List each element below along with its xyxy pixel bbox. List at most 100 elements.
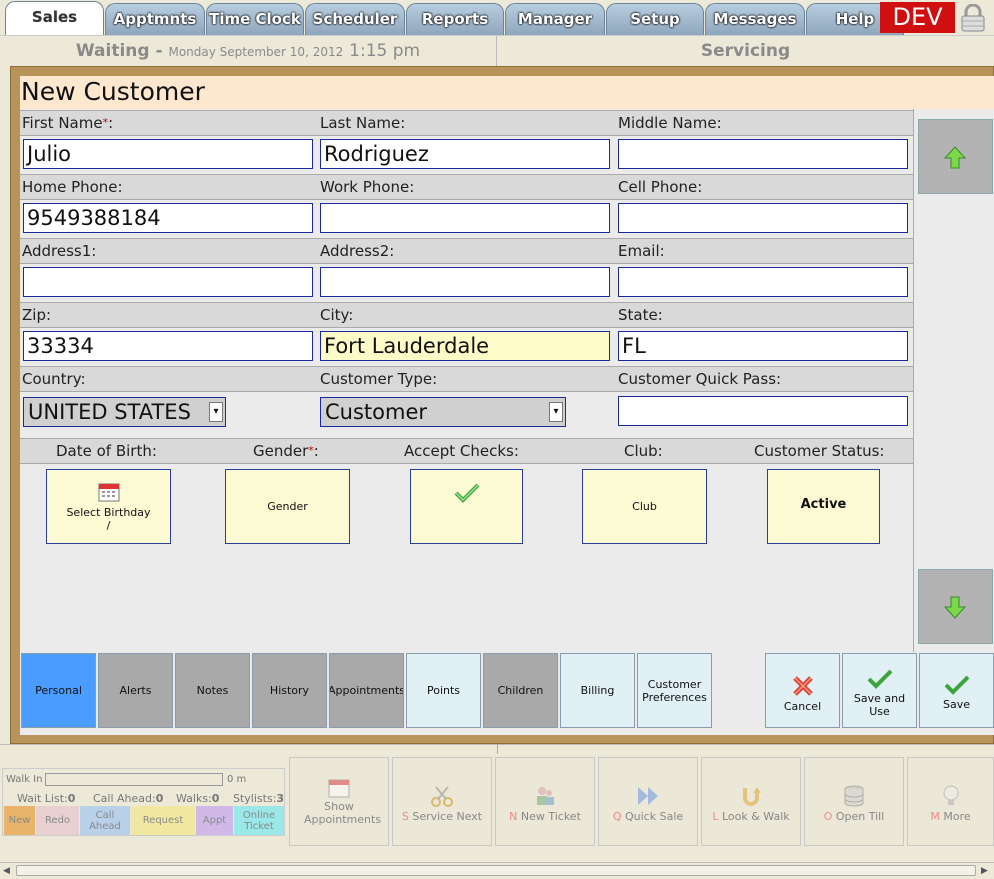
subtab-points[interactable]: Points [406, 653, 481, 728]
home-phone-label: Home Phone: [22, 178, 123, 196]
people-icon [533, 784, 557, 808]
save-and-use-button[interactable]: Save and Use [842, 653, 917, 728]
divider [497, 744, 498, 754]
tab-apptmnts[interactable]: Apptmnts [105, 3, 205, 35]
look-and-walk-button[interactable]: L Look & Walk [701, 757, 801, 846]
lightbulb-icon [939, 784, 963, 808]
accept-checks-label: Accept Checks: [404, 442, 519, 460]
work-phone-input[interactable] [320, 203, 610, 233]
calendar-icon [98, 482, 120, 502]
label-row-options: Date of Birth: Gender*: Accept Checks: C… [20, 438, 913, 464]
country-select[interactable]: UNITED STATES ▾ [23, 397, 226, 427]
quick-sale-button[interactable]: Q Quick Sale [598, 757, 698, 846]
stylists-count: Stylists:3 [233, 792, 285, 805]
city-input[interactable]: Fort Lauderdale [320, 331, 610, 361]
show-appointments-label: Show Appointments [304, 800, 382, 826]
cancel-button[interactable]: Cancel [765, 653, 840, 728]
tab-time-clock[interactable]: Time Clock [206, 3, 304, 35]
gender-button[interactable]: Gender [225, 469, 350, 544]
save-label: Save [942, 698, 970, 711]
waitlist-count: Wait List:0 [17, 792, 76, 805]
middle-name-label: Middle Name: [618, 114, 722, 132]
label-row-phones: Home Phone: Work Phone: Cell Phone: [20, 174, 913, 200]
email-input[interactable] [618, 267, 908, 297]
fast-forward-icon [636, 784, 660, 808]
tab-scheduler[interactable]: Scheduler [305, 3, 405, 35]
tab-messages[interactable]: Messages [705, 3, 805, 35]
middle-name-input[interactable] [618, 139, 908, 169]
legend-request: Request [131, 806, 195, 835]
subtab-billing[interactable]: Billing [560, 653, 635, 728]
scroll-right-icon[interactable]: ▶ [981, 866, 988, 876]
label-row-type: Country: Customer Type: Customer Quick P… [20, 366, 913, 392]
more-button[interactable]: M More [907, 757, 994, 846]
first-name-label: First Name*: [22, 114, 114, 132]
accept-checks-button[interactable] [410, 469, 523, 544]
status-bar: Waiting - Monday September 10, 2012 1:15… [0, 35, 994, 66]
last-name-input[interactable]: Rodriguez [320, 139, 610, 169]
first-name-input[interactable]: Julio [23, 139, 313, 169]
subtab-notes[interactable]: Notes [175, 653, 250, 728]
scroll-down-button[interactable] [918, 569, 993, 644]
dev-badge: DEV [880, 2, 955, 33]
subtab-children[interactable]: Children [483, 653, 558, 728]
select-birthday-label: Select Birthday [66, 506, 151, 519]
customer-status-button[interactable]: Active [767, 469, 880, 544]
subtab-appointments[interactable]: Appointments [329, 653, 404, 728]
quick-pass-input[interactable] [618, 396, 908, 426]
legend-new: New [4, 806, 35, 835]
save-button[interactable]: Save [919, 653, 994, 728]
chevron-down-icon[interactable]: ▾ [549, 402, 563, 422]
current-time: 1:15 pm [349, 41, 421, 61]
state-input[interactable]: FL [618, 331, 908, 361]
horizontal-scrollbar[interactable]: ◀ ▶ [0, 862, 994, 879]
walkin-label: Walk In [6, 774, 43, 785]
scroll-up-button[interactable] [918, 119, 993, 194]
city-label: City: [320, 306, 354, 324]
subtab-history[interactable]: History [252, 653, 327, 728]
scissors-icon [430, 784, 454, 808]
label-row-names: First Name*: Last Name: Middle Name: [20, 110, 913, 136]
waiting-label: Waiting - [75, 41, 163, 61]
servicing-status: Servicing [700, 41, 791, 61]
email-label: Email: [618, 242, 665, 260]
tab-manager[interactable]: Manager [505, 3, 605, 35]
new-ticket-button[interactable]: N New Ticket [495, 757, 595, 846]
return-arrow-icon [739, 784, 763, 808]
address1-input[interactable] [23, 267, 313, 297]
cell-phone-input[interactable] [618, 203, 908, 233]
tab-sales[interactable]: Sales [5, 1, 104, 35]
legend-call-ahead: Call Ahead [80, 806, 130, 835]
more-label: M More [930, 810, 971, 823]
address2-input[interactable] [320, 267, 610, 297]
show-appointments-button[interactable]: Show Appointments [289, 757, 389, 846]
work-phone-label: Work Phone: [320, 178, 415, 196]
chevron-down-icon[interactable]: ▾ [209, 402, 223, 422]
tab-bar: Sales Apptmnts Time Clock Scheduler Repo… [0, 0, 994, 35]
customer-type-select[interactable]: Customer ▾ [320, 397, 566, 427]
lock-icon[interactable] [960, 3, 986, 32]
subtab-personal[interactable]: Personal [21, 653, 96, 728]
scroll-left-icon[interactable]: ◀ [3, 866, 10, 876]
subtab-alerts[interactable]: Alerts [98, 653, 173, 728]
select-birthday-button[interactable]: Select Birthday / [46, 469, 171, 544]
service-next-button[interactable]: S Service Next [392, 757, 492, 846]
database-icon [842, 784, 866, 808]
open-till-button[interactable]: O Open Till [804, 757, 904, 846]
club-button[interactable]: Club [582, 469, 707, 544]
current-date: Monday September 10, 2012 [168, 45, 344, 59]
page-title: New Customer [20, 76, 994, 109]
tab-reports[interactable]: Reports [406, 3, 504, 35]
quick-pass-label: Customer Quick Pass: [618, 370, 782, 388]
scrollbar-thumb[interactable] [16, 865, 976, 876]
home-phone-input[interactable]: 9549388184 [23, 203, 313, 233]
zip-input[interactable]: 33334 [23, 331, 313, 361]
walkin-minutes: 0 m [227, 774, 247, 785]
cell-phone-label: Cell Phone: [618, 178, 703, 196]
tab-setup[interactable]: Setup [606, 3, 704, 35]
birthday-value: / [106, 519, 111, 532]
subtab-customer-preferences[interactable]: Customer Preferences [637, 653, 712, 728]
legend-redo: Redo [36, 806, 79, 835]
legend-online-ticket: Online Ticket [234, 806, 284, 835]
arrow-down-icon [943, 596, 967, 619]
